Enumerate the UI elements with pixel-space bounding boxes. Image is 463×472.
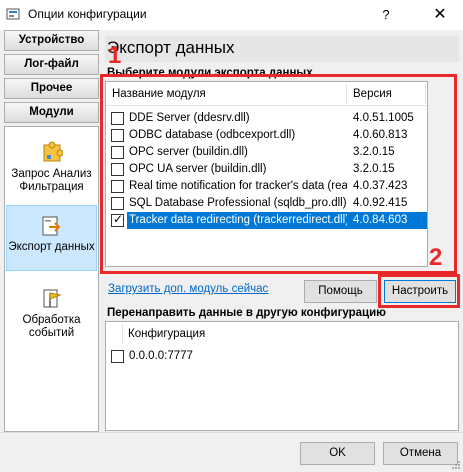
column-separator[interactable]: [346, 84, 347, 104]
module-checkbox[interactable]: [111, 112, 124, 125]
close-window-button[interactable]: ✕: [420, 3, 460, 27]
configure-button[interactable]: Настроить: [384, 280, 456, 303]
dialog-footer: OK Отмена: [0, 432, 463, 472]
nav-tab-modules[interactable]: Модули: [4, 102, 99, 123]
modules-nav-panel: Запрос Анализ Фильтрация Экспорт данных …: [4, 126, 99, 432]
table-row-selected[interactable]: Tracker data redirecting (trackerredirec…: [106, 212, 427, 229]
redirect-config-list[interactable]: Конфигурация 0.0.0.0:7777: [105, 321, 459, 431]
module-name: DDE Server (ddesrv.dll): [129, 112, 250, 124]
nav-item-event-handling[interactable]: Обработка событий: [6, 287, 97, 347]
module-checkbox[interactable]: [111, 180, 124, 193]
module-version: 3.2.0.15: [353, 163, 395, 175]
module-version: 3.2.0.15: [353, 146, 395, 158]
table-row[interactable]: OPC UA server (buildin.dll) 3.2.0.15: [106, 161, 427, 178]
module-version: 4.0.84.603: [353, 214, 408, 226]
download-module-link[interactable]: Загрузить доп. модуль сейчас: [108, 283, 268, 295]
table-row[interactable]: Real time notification for tracker's dat…: [106, 178, 427, 195]
nav-item-export-data[interactable]: Экспорт данных: [6, 205, 97, 271]
module-checkbox[interactable]: [111, 197, 124, 210]
app-icon: [6, 8, 20, 20]
column-header-module-name[interactable]: Название модуля: [112, 88, 206, 100]
module-checkbox[interactable]: [111, 146, 124, 159]
cancel-button[interactable]: Отмена: [383, 442, 458, 465]
nav-item-label: Экспорт данных: [8, 241, 95, 253]
column-separator[interactable]: [425, 84, 426, 104]
nav-item-label: Запрос Анализ Фильтрация: [11, 168, 92, 193]
table-row[interactable]: 0.0.0.0:7777: [106, 348, 458, 365]
module-version: 4.0.60.813: [353, 129, 408, 141]
module-version: 4.0.37.423: [353, 180, 408, 192]
module-name: ODBC database (odbcexport.dll): [129, 129, 296, 141]
export-modules-list[interactable]: Название модуля Версия DDE Server (ddesr…: [105, 81, 428, 267]
module-name: Real time notification for tracker's dat…: [129, 180, 347, 192]
nav-item-query-analysis[interactable]: Запрос Анализ Фильтрация: [6, 141, 97, 193]
help-title-button[interactable]: ?: [364, 3, 408, 27]
module-checkbox[interactable]: [111, 212, 124, 227]
help-button[interactable]: Помощь: [304, 280, 377, 303]
column-header-configuration[interactable]: Конфигурация: [128, 328, 205, 340]
list-header: Название модуля Версия: [106, 82, 427, 106]
table-row[interactable]: SQL Database Professional (sqldb_pro.dll…: [106, 195, 427, 212]
module-checkbox[interactable]: [111, 163, 124, 176]
export-data-icon: [42, 216, 60, 236]
dialog-client: Устройство Лог-файл Прочее Модули Запрос…: [0, 30, 463, 472]
nav-item-label: Обработка событий: [22, 314, 81, 339]
resize-grip-icon[interactable]: [451, 460, 461, 470]
module-version: 4.0.92.415: [353, 197, 408, 209]
redirect-checkbox[interactable]: [111, 350, 124, 363]
window-title: Опции конфигурации: [28, 7, 147, 21]
table-row[interactable]: DDE Server (ddesrv.dll) 4.0.51.1005: [106, 110, 427, 127]
module-checkbox[interactable]: [111, 129, 124, 142]
annotation-number-2: 2: [429, 244, 443, 271]
module-version: 4.0.51.1005: [353, 112, 414, 124]
module-name: OPC UA server (buildin.dll): [129, 163, 267, 175]
module-name: SQL Database Professional (sqldb_pro.dll…: [129, 197, 347, 209]
table-row[interactable]: ODBC database (odbcexport.dll) 4.0.60.81…: [106, 127, 427, 144]
column-header-version[interactable]: Версия: [353, 88, 392, 100]
event-flag-icon: [43, 289, 62, 308]
redirect-config-name: 0.0.0.0:7777: [129, 350, 193, 362]
module-name: Tracker data redirecting (trackerredirec…: [129, 214, 347, 226]
nav-tab-log-file[interactable]: Лог-файл: [4, 54, 99, 75]
nav-tab-device[interactable]: Устройство: [4, 30, 99, 51]
ok-button[interactable]: OK: [300, 442, 375, 465]
module-name: OPC server (buildin.dll): [129, 146, 248, 158]
redirect-group-label: Перенаправить данные в другую конфигурац…: [107, 307, 386, 319]
table-row[interactable]: OPC server (buildin.dll) 3.2.0.15: [106, 144, 427, 161]
modules-group-label: Выберите модули экспорта данных: [107, 67, 313, 79]
column-separator[interactable]: [122, 324, 123, 344]
module-puzzle-icon: [43, 141, 63, 162]
page-title: Экспорт данных: [105, 36, 459, 62]
nav-tab-other[interactable]: Прочее: [4, 78, 99, 99]
annotation-number-1: 1: [108, 42, 122, 69]
title-bar: Опции конфигурации ? ✕: [0, 0, 463, 30]
